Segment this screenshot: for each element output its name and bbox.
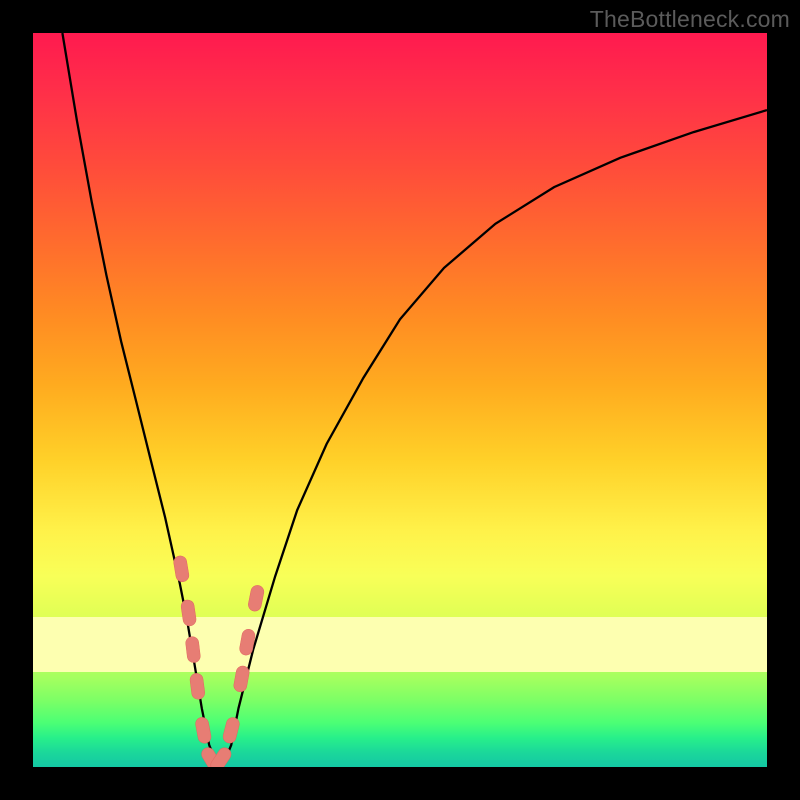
curve-marker	[173, 555, 190, 583]
curve-marker	[194, 716, 212, 744]
plot-area	[33, 33, 767, 767]
curve-marker	[189, 673, 205, 700]
curve-marker	[185, 636, 201, 663]
curve-layer	[33, 33, 767, 767]
watermark-text: TheBottleneck.com	[590, 6, 790, 33]
curve-marker	[180, 599, 197, 627]
bottleneck-curve	[62, 33, 767, 763]
curve-marker	[233, 665, 250, 693]
chart-frame: TheBottleneck.com	[0, 0, 800, 800]
curve-marker	[247, 584, 265, 612]
curve-marker	[222, 716, 241, 744]
